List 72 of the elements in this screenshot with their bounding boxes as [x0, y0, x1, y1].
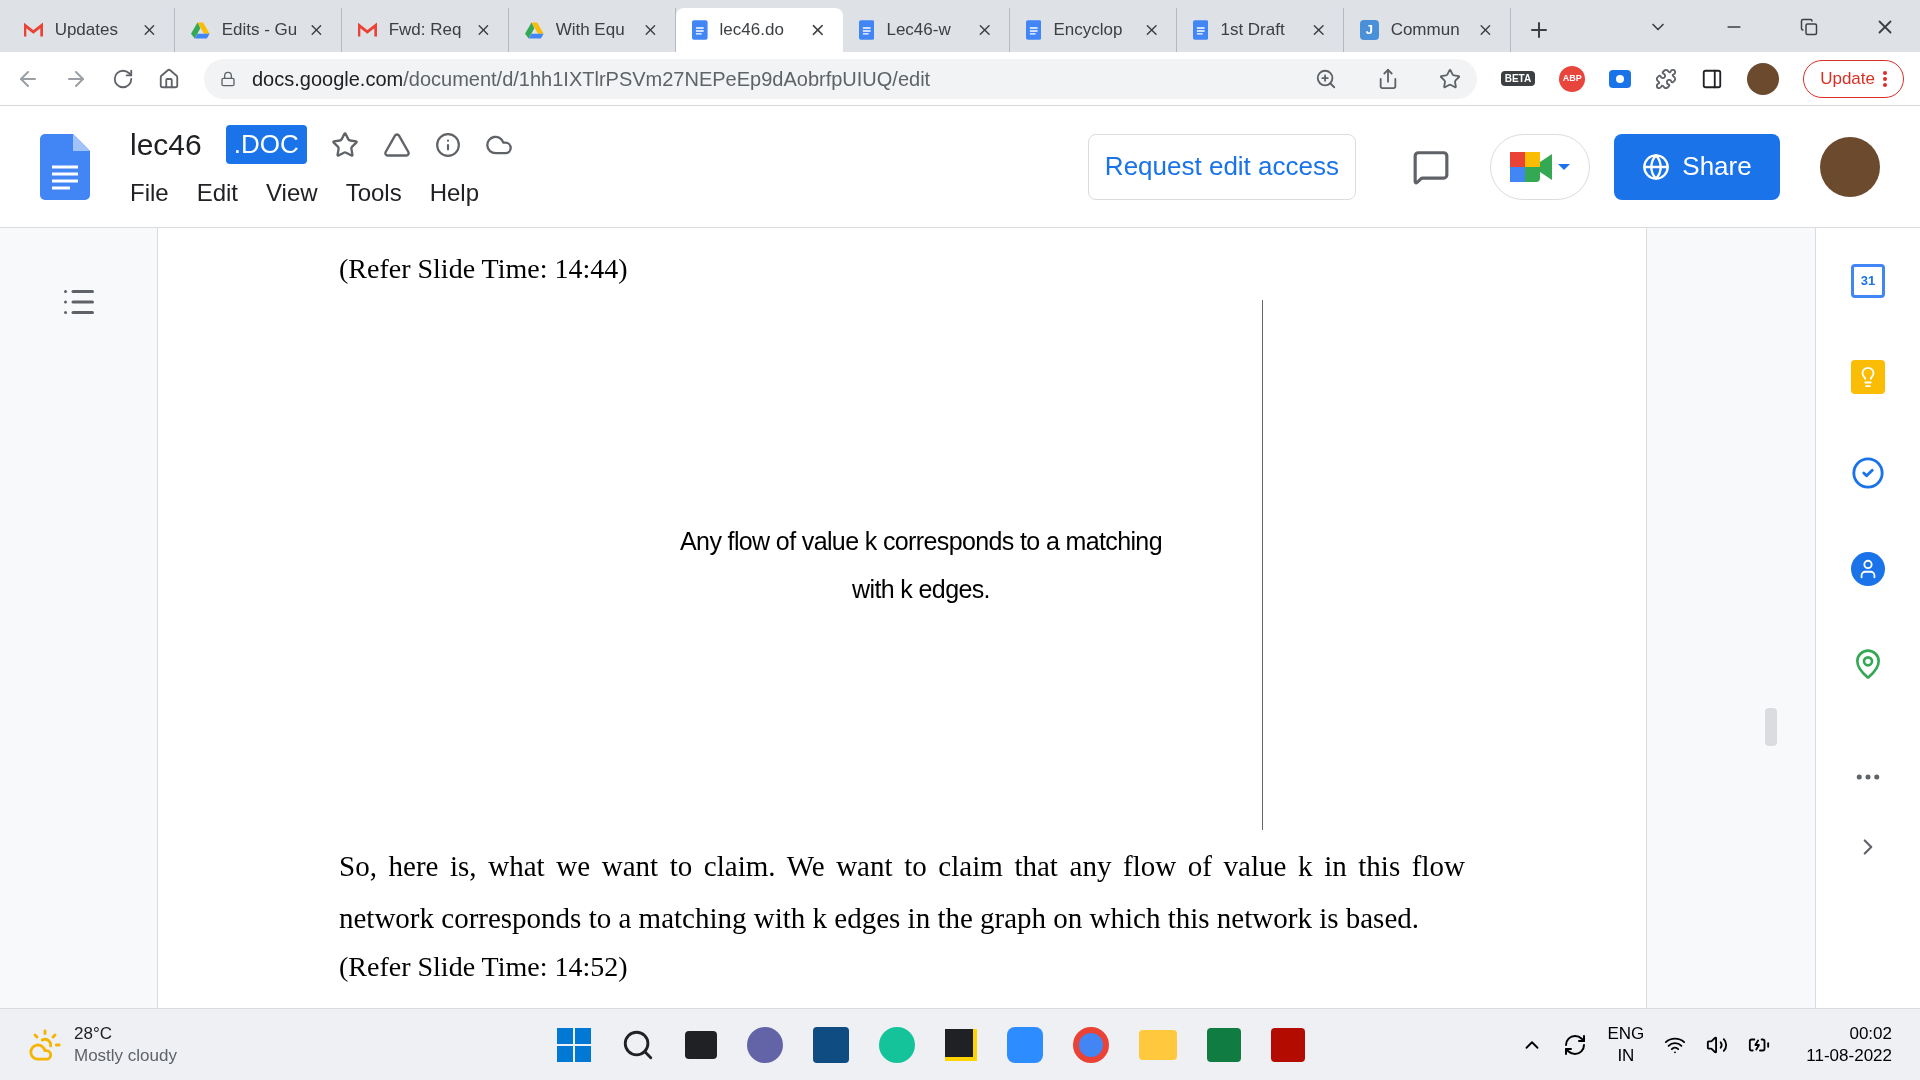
browser-app-icon[interactable] — [1073, 1026, 1109, 1063]
beta-extension-badge[interactable]: BETA — [1500, 71, 1536, 86]
menu-item[interactable]: View — [266, 175, 318, 211]
lock-icon — [220, 70, 236, 87]
contacts-icon[interactable] — [1851, 552, 1885, 586]
tab-title: Commun — [1390, 19, 1461, 42]
menu-item[interactable]: Help — [429, 175, 479, 211]
menu-item[interactable]: File — [130, 175, 169, 211]
address-field[interactable]: docs.google.com/document/d/1hh1IXTlrPSVm27NEPeEp9dAobrfpUIUQ/edit — [204, 58, 1477, 99]
doc-format-badge: .DOC — [225, 125, 307, 164]
temperature-text: 28°C — [74, 1022, 113, 1045]
record-icon[interactable] — [1609, 69, 1632, 88]
document-title[interactable]: lec46 — [130, 122, 202, 167]
slide-time-caption: (Refer Slide Time: 14:44) — [339, 252, 629, 286]
tab-title: lec46.do — [719, 19, 785, 42]
zoom-icon[interactable] — [1314, 67, 1337, 90]
docs-logo-icon — [40, 133, 90, 200]
tab-letter-icon: J — [1360, 20, 1379, 40]
video-camera-icon — [1510, 151, 1554, 182]
clock-time[interactable]: 00:02 — [1849, 1022, 1892, 1045]
triangle-icon — [191, 21, 210, 39]
tab-title: 1st Draft — [1220, 19, 1286, 42]
video-app-icon[interactable] — [1007, 1026, 1043, 1063]
mail-icon — [24, 22, 43, 38]
bookmark-star-icon[interactable] — [1438, 67, 1461, 90]
browser-tab[interactable]: lec46.do — [676, 8, 843, 52]
tab-title: Updates — [54, 19, 119, 42]
more-icon — [1883, 70, 1887, 87]
url-text: docs.google.com/document/d/1hh1IXTlrPSVm27NEPeEp9dAobrfpUIUQ/edit — [252, 66, 931, 92]
weather-text: Mostly cloudy — [74, 1044, 177, 1067]
document-icon — [1193, 20, 1209, 40]
menu-item[interactable]: Tools — [345, 175, 402, 211]
region-text[interactable]: IN — [1617, 1044, 1635, 1067]
share-button[interactable]: Share — [1614, 133, 1780, 200]
weather-icon — [28, 1027, 62, 1062]
sync-icon[interactable] — [1563, 1032, 1588, 1057]
home-icon[interactable] — [158, 67, 180, 90]
tab-title: With Equ — [555, 19, 626, 42]
slide-time-caption: (Refer Slide Time: 14:52) — [339, 950, 629, 984]
scrollbar-thumb[interactable] — [1765, 708, 1777, 746]
avatar[interactable] — [1747, 62, 1780, 95]
notes-app-icon[interactable] — [945, 1028, 977, 1061]
tab-title: Fwd: Req — [388, 19, 463, 42]
dropdown-caret-icon — [1558, 163, 1570, 170]
globe-icon — [1642, 152, 1671, 181]
tab-title: Lec46-w — [886, 19, 952, 42]
pdf-app-icon[interactable] — [1271, 1027, 1305, 1062]
check-circle-icon[interactable] — [1851, 456, 1885, 490]
slide-text: Any flow of value k corresponds to a matching with k edges. — [679, 526, 1163, 605]
document-icon — [692, 20, 708, 40]
info-icon[interactable] — [434, 131, 461, 158]
document-icon — [1026, 20, 1042, 40]
adblock-badge[interactable]: ABP — [1559, 65, 1586, 92]
tab-title: Edits - Gu — [221, 19, 297, 42]
document-icon — [859, 20, 875, 40]
calendar-icon[interactable]: 31 — [1851, 264, 1885, 298]
star-icon[interactable] — [330, 130, 359, 159]
request-edit-access-button[interactable]: Request edit access — [1087, 133, 1356, 200]
clock-date[interactable]: 11-08-2022 — [1806, 1044, 1892, 1067]
reload-icon[interactable] — [112, 67, 134, 90]
triangle-icon — [525, 21, 544, 39]
mail-icon — [358, 22, 377, 38]
spreadsheet-app-icon[interactable] — [1207, 1027, 1241, 1062]
start-icon[interactable] — [557, 1027, 591, 1062]
body-paragraph: So, here is, what we want to claim. We want to claim that any flow of value k in this flow network corresponds to a matching with k edges in the graph on which this network is based. — [339, 849, 1465, 936]
side-panel-icon[interactable] — [1701, 67, 1724, 90]
language-text[interactable]: ENG — [1607, 1022, 1645, 1045]
task-view-icon[interactable] — [685, 1030, 717, 1059]
extensions-icon[interactable] — [1655, 67, 1678, 90]
restore-icon[interactable] — [1800, 18, 1818, 36]
tab-title: Encyclop — [1053, 19, 1124, 42]
menu-item[interactable]: Edit — [196, 175, 239, 211]
